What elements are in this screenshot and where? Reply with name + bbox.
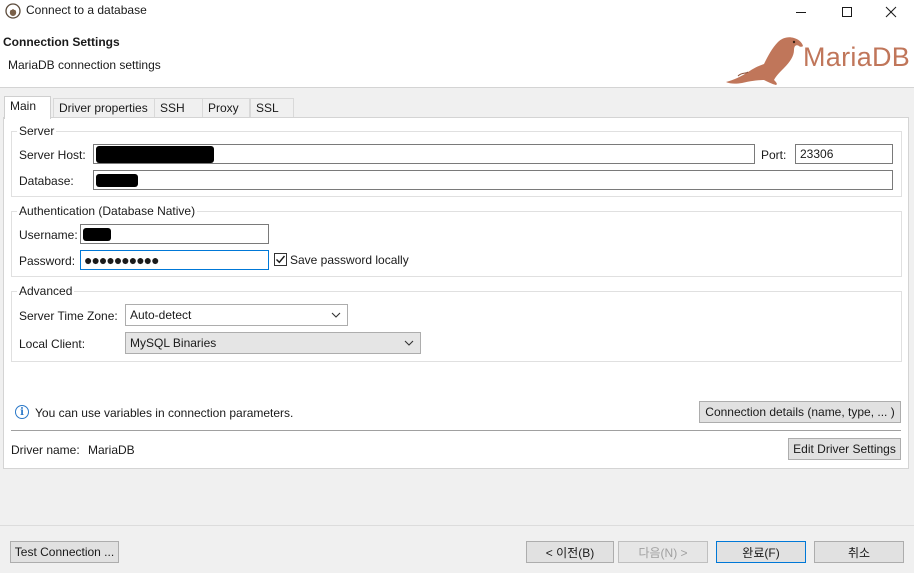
dialog-header: Connection Settings MariaDB connection s… [0,24,914,88]
port-input[interactable]: 23306 [795,144,893,164]
redacted-database [96,174,138,187]
tab-ssl[interactable]: SSL [250,98,294,118]
tab-proxy[interactable]: Proxy [202,98,250,118]
redacted-username [83,228,111,241]
close-icon [885,6,897,18]
connection-details-button[interactable]: Connection details (name, type, ... ) [699,401,901,423]
divider [11,430,901,431]
redacted-host [96,146,214,163]
timezone-label: Server Time Zone: [19,309,118,323]
local-client-select[interactable]: MySQL Binaries [125,332,421,354]
footer-separator [0,525,914,526]
save-password-checkbox[interactable] [274,253,287,266]
advanced-group-title: Advanced [17,284,75,298]
tab-driver-properties[interactable]: Driver properties [53,98,155,118]
logo-text: MariaDB [803,42,911,72]
tab-main[interactable]: Main [4,96,51,119]
local-client-value: MySQL Binaries [130,336,217,350]
chevron-down-icon [331,312,341,318]
local-client-label: Local Client: [19,337,86,351]
dbeaver-icon [5,3,21,19]
next-button[interactable]: 다음(N) > [618,541,708,563]
timezone-value: Auto-detect [130,308,192,322]
chevron-down-icon [404,340,414,346]
maximize-button[interactable] [824,0,870,24]
server-host-input[interactable] [93,144,755,164]
checkmark-icon [276,255,286,264]
password-input[interactable]: ●●●●●●●●●● [80,250,269,270]
page-title: Connection Settings [3,35,120,49]
sea-lion-icon [726,37,803,85]
tab-ssh[interactable]: SSH [154,98,203,118]
username-input[interactable] [80,224,269,244]
driver-name-label: Driver name: [11,443,80,457]
database-input[interactable] [93,170,893,190]
save-password-label[interactable]: Save password locally [290,253,409,267]
minimize-button[interactable] [778,0,824,24]
minimize-icon [796,12,806,13]
maximize-icon [842,7,852,17]
auth-group-title: Authentication (Database Native) [17,204,198,218]
server-host-label: Server Host: [19,148,86,162]
info-icon: i [15,405,29,419]
variables-note: You can use variables in connection para… [35,406,294,420]
cancel-button[interactable]: 취소 [814,541,904,563]
database-label: Database: [19,174,74,188]
password-label: Password: [19,254,76,268]
username-label: Username: [19,228,78,242]
server-group-title: Server [17,124,57,138]
mariadb-logo: MariaDB [724,26,914,86]
window-title: Connect to a database [26,3,147,17]
finish-button[interactable]: 완료(F) [716,541,806,563]
edit-driver-settings-button[interactable]: Edit Driver Settings [788,438,901,460]
test-connection-button[interactable]: Test Connection ... [10,541,119,563]
port-label: Port: [761,148,787,162]
close-button[interactable] [868,0,914,24]
back-button[interactable]: < 이전(B) [526,541,614,563]
page-subtitle: MariaDB connection settings [8,58,161,72]
driver-name-value: MariaDB [88,443,135,457]
timezone-select[interactable]: Auto-detect [125,304,348,326]
